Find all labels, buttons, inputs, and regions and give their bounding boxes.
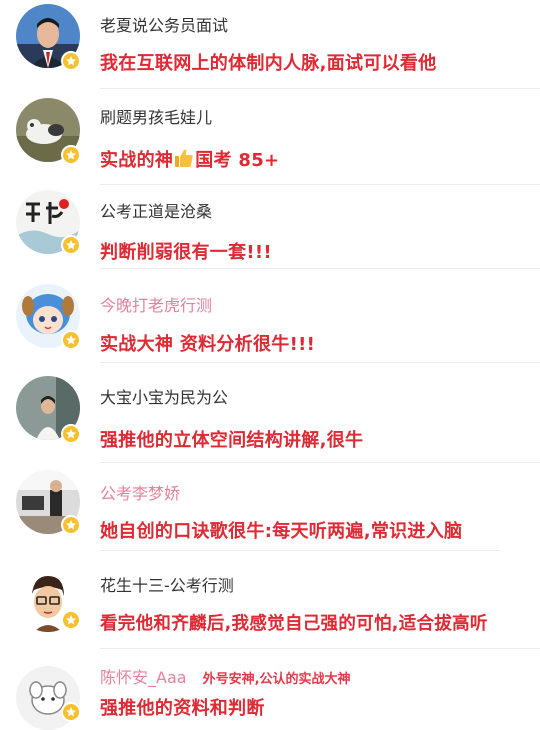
comment-text: 我在互联网上的体制内人脉,面试可以看他: [100, 53, 437, 74]
divider: [100, 88, 540, 89]
divider: [100, 462, 540, 463]
star-badge-icon: [61, 515, 81, 535]
comment-feed: 老夏说公务员面试 我在互联网上的体制内人脉,面试可以看他 刷题男孩毛娃儿 实战的…: [0, 0, 540, 730]
username[interactable]: 公考正道是沧桑: [100, 198, 212, 222]
comment-text-part: 实战的神: [100, 150, 174, 171]
star-badge-icon: [61, 702, 81, 722]
divider: [100, 362, 540, 363]
comment-text: 她自创的口诀歌很牛:每天听两遍,常识进入脑: [100, 521, 463, 542]
username[interactable]: 老夏说公务员面试: [100, 12, 228, 36]
divider: [100, 268, 540, 269]
username[interactable]: 刷题男孩毛娃儿: [100, 104, 212, 128]
comment-text: 判断削弱很有一套!!!: [100, 242, 272, 263]
star-badge-icon: [61, 610, 81, 630]
divider: [100, 648, 540, 649]
thumbs-up-emoji-icon: [173, 147, 195, 174]
comment-text: 看完他和齐麟后,我感觉自己强的可怕,适合拔高听: [100, 614, 488, 634]
star-badge-icon: [61, 51, 81, 71]
star-badge-icon: [61, 235, 81, 255]
username[interactable]: 公考李梦娇: [100, 480, 180, 504]
divider: [100, 550, 500, 551]
username[interactable]: 今晚打老虎行测: [100, 292, 212, 316]
username[interactable]: 陈怀安_Aaa 外号安神,公认的实战大神: [100, 664, 351, 688]
star-badge-icon: [61, 330, 81, 350]
comment-text: 实战大神 资料分析很牛!!!: [100, 334, 316, 355]
star-badge-icon: [61, 145, 81, 165]
comment-text: 实战的神 国考 85+: [100, 146, 279, 174]
username-text: 陈怀安_Aaa: [100, 668, 187, 687]
user-tag: 外号安神,公认的实战大神: [202, 672, 351, 687]
comment-text: 强推他的资料和判断: [100, 698, 265, 719]
comment-text-part: 国考 85+: [195, 150, 280, 171]
username[interactable]: 大宝小宝为民为公: [100, 384, 228, 408]
star-badge-icon: [61, 424, 81, 444]
username[interactable]: 花生十三-公考行测: [100, 572, 234, 596]
comment-text: 强推他的立体空间结构讲解,很牛: [100, 430, 364, 451]
divider: [100, 184, 540, 185]
